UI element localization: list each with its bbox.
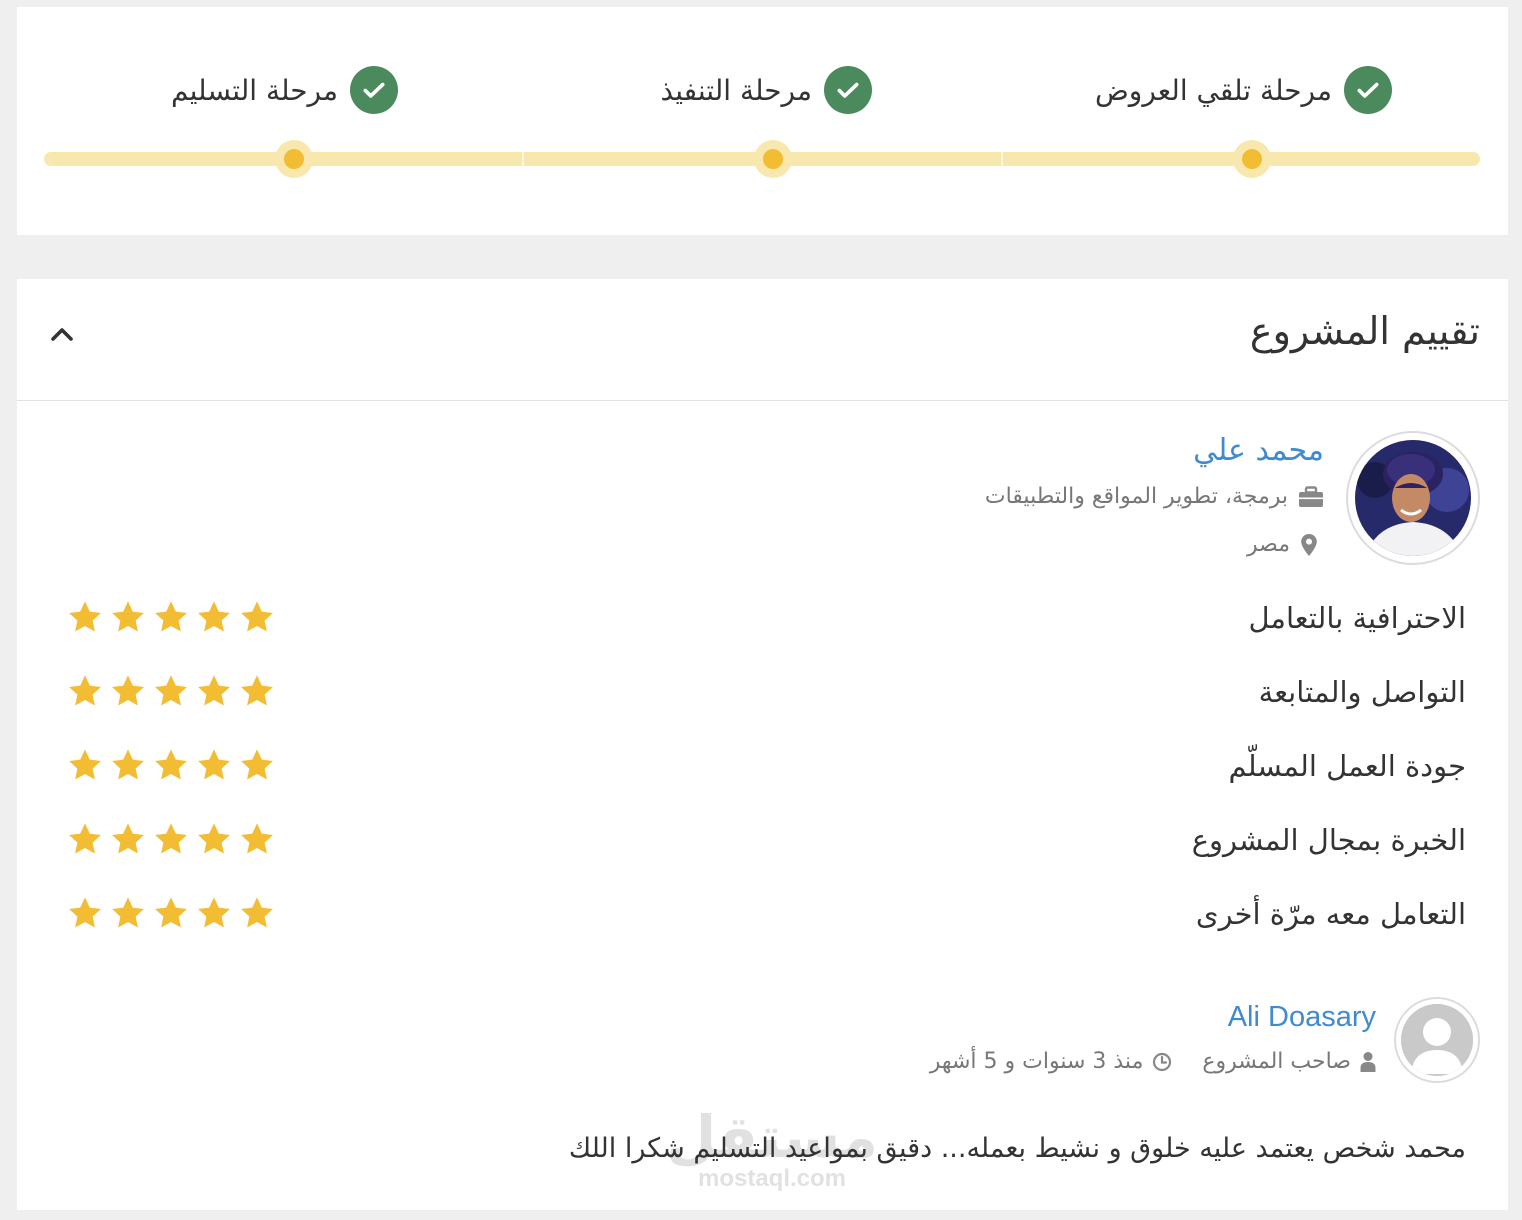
track-divider bbox=[1001, 152, 1003, 166]
star-rating bbox=[67, 673, 275, 709]
rating-label: التواصل والمتابعة bbox=[1258, 675, 1466, 709]
freelancer-specialty: برمجة، تطوير المواقع والتطبيقات bbox=[985, 484, 1324, 509]
star-icon bbox=[198, 897, 230, 928]
owner-avatar[interactable] bbox=[1394, 997, 1480, 1083]
stage-offers: مرحلة تلقي العروض bbox=[1095, 62, 1392, 118]
star-icon bbox=[198, 749, 230, 780]
rating-row: التعامل معه مرّة أخرى bbox=[17, 893, 1508, 943]
star-icon bbox=[198, 675, 230, 706]
star-icon bbox=[241, 823, 273, 854]
chevron-up-icon bbox=[51, 328, 73, 341]
star-rating bbox=[67, 821, 275, 857]
star-icon bbox=[198, 823, 230, 854]
star-rating bbox=[67, 599, 275, 635]
watermark-latin: mostaql.com bbox=[697, 1165, 847, 1192]
freelancer-location: مصر bbox=[1247, 532, 1318, 557]
rating-row: التواصل والمتابعة bbox=[17, 671, 1508, 721]
star-rating bbox=[67, 895, 275, 931]
star-icon bbox=[155, 675, 187, 706]
review-title: تقييم المشروع bbox=[1249, 309, 1480, 353]
check-circle-icon bbox=[350, 66, 398, 114]
rating-row: جودة العمل المسلّم bbox=[17, 745, 1508, 795]
stage-delivery: مرحلة التسليم bbox=[171, 62, 398, 118]
review-time: منذ 3 سنوات و 5 أشهر bbox=[929, 1049, 1144, 1074]
stage-dot bbox=[754, 140, 792, 178]
freelancer-photo bbox=[1355, 440, 1471, 556]
stage-dot bbox=[1233, 140, 1271, 178]
specialty-text: برمجة، تطوير المواقع والتطبيقات bbox=[984, 484, 1288, 509]
location-text: مصر bbox=[1246, 532, 1290, 557]
project-review-card: تقييم المشروع محمد علي برمجة، تطوير المو… bbox=[17, 279, 1508, 1210]
star-icon bbox=[69, 823, 101, 854]
star-icon bbox=[155, 897, 187, 928]
star-rating bbox=[67, 747, 275, 783]
star-icon bbox=[241, 749, 273, 780]
star-icon bbox=[69, 749, 101, 780]
star-icon bbox=[155, 823, 187, 854]
review-comment: محمد شخص يعتمد عليه خلوق و نشيط بعمله...… bbox=[568, 1133, 1466, 1164]
rating-row: الخبرة بمجال المشروع bbox=[17, 819, 1508, 869]
stage-dot bbox=[275, 140, 313, 178]
star-icon bbox=[112, 749, 144, 780]
freelancer-name-link[interactable]: محمد علي bbox=[1193, 433, 1324, 468]
star-icon bbox=[155, 749, 187, 780]
star-icon bbox=[112, 823, 144, 854]
collapse-button[interactable] bbox=[47, 319, 77, 349]
star-icon bbox=[198, 601, 230, 632]
stage-label: مرحلة تلقي العروض bbox=[1094, 73, 1332, 107]
rating-label: الاحترافية بالتعامل bbox=[1248, 601, 1466, 635]
freelancer-avatar[interactable] bbox=[1346, 431, 1480, 565]
star-icon bbox=[112, 897, 144, 928]
star-icon bbox=[112, 675, 144, 706]
stage-label: مرحلة التسليم bbox=[170, 73, 338, 107]
stage-label: مرحلة التنفيذ bbox=[660, 73, 812, 107]
rating-label: الخبرة بمجال المشروع bbox=[1191, 823, 1466, 857]
track-divider bbox=[522, 152, 524, 166]
rating-row: الاحترافية بالتعامل bbox=[17, 597, 1508, 647]
check-circle-icon bbox=[824, 66, 872, 114]
user-icon bbox=[1360, 1051, 1376, 1072]
owner-meta: صاحب المشروع منذ 3 سنوات و 5 أشهر bbox=[930, 1049, 1376, 1074]
star-icon bbox=[155, 601, 187, 632]
project-stages-card: مرحلة تلقي العروض مرحلة التنفيذ مرحلة ال… bbox=[17, 7, 1508, 235]
stage-execution: مرحلة التنفيذ bbox=[661, 62, 872, 118]
star-icon bbox=[241, 897, 273, 928]
star-icon bbox=[69, 675, 101, 706]
rating-label: جودة العمل المسلّم bbox=[1228, 749, 1467, 783]
star-icon bbox=[69, 601, 101, 632]
rating-label: التعامل معه مرّة أخرى bbox=[1195, 897, 1466, 931]
star-icon bbox=[112, 601, 144, 632]
briefcase-icon bbox=[1299, 485, 1323, 507]
star-icon bbox=[69, 897, 101, 928]
star-icon bbox=[241, 601, 273, 632]
review-header: تقييم المشروع bbox=[17, 279, 1508, 401]
owner-name-link[interactable]: Ali Doasary bbox=[1228, 1001, 1376, 1034]
check-circle-icon bbox=[1344, 66, 1392, 114]
clock-icon bbox=[1153, 1052, 1172, 1071]
star-icon bbox=[241, 675, 273, 706]
map-marker-icon bbox=[1301, 533, 1317, 556]
owner-role: صاحب المشروع bbox=[1202, 1049, 1351, 1074]
default-user-icon bbox=[1401, 1004, 1473, 1076]
